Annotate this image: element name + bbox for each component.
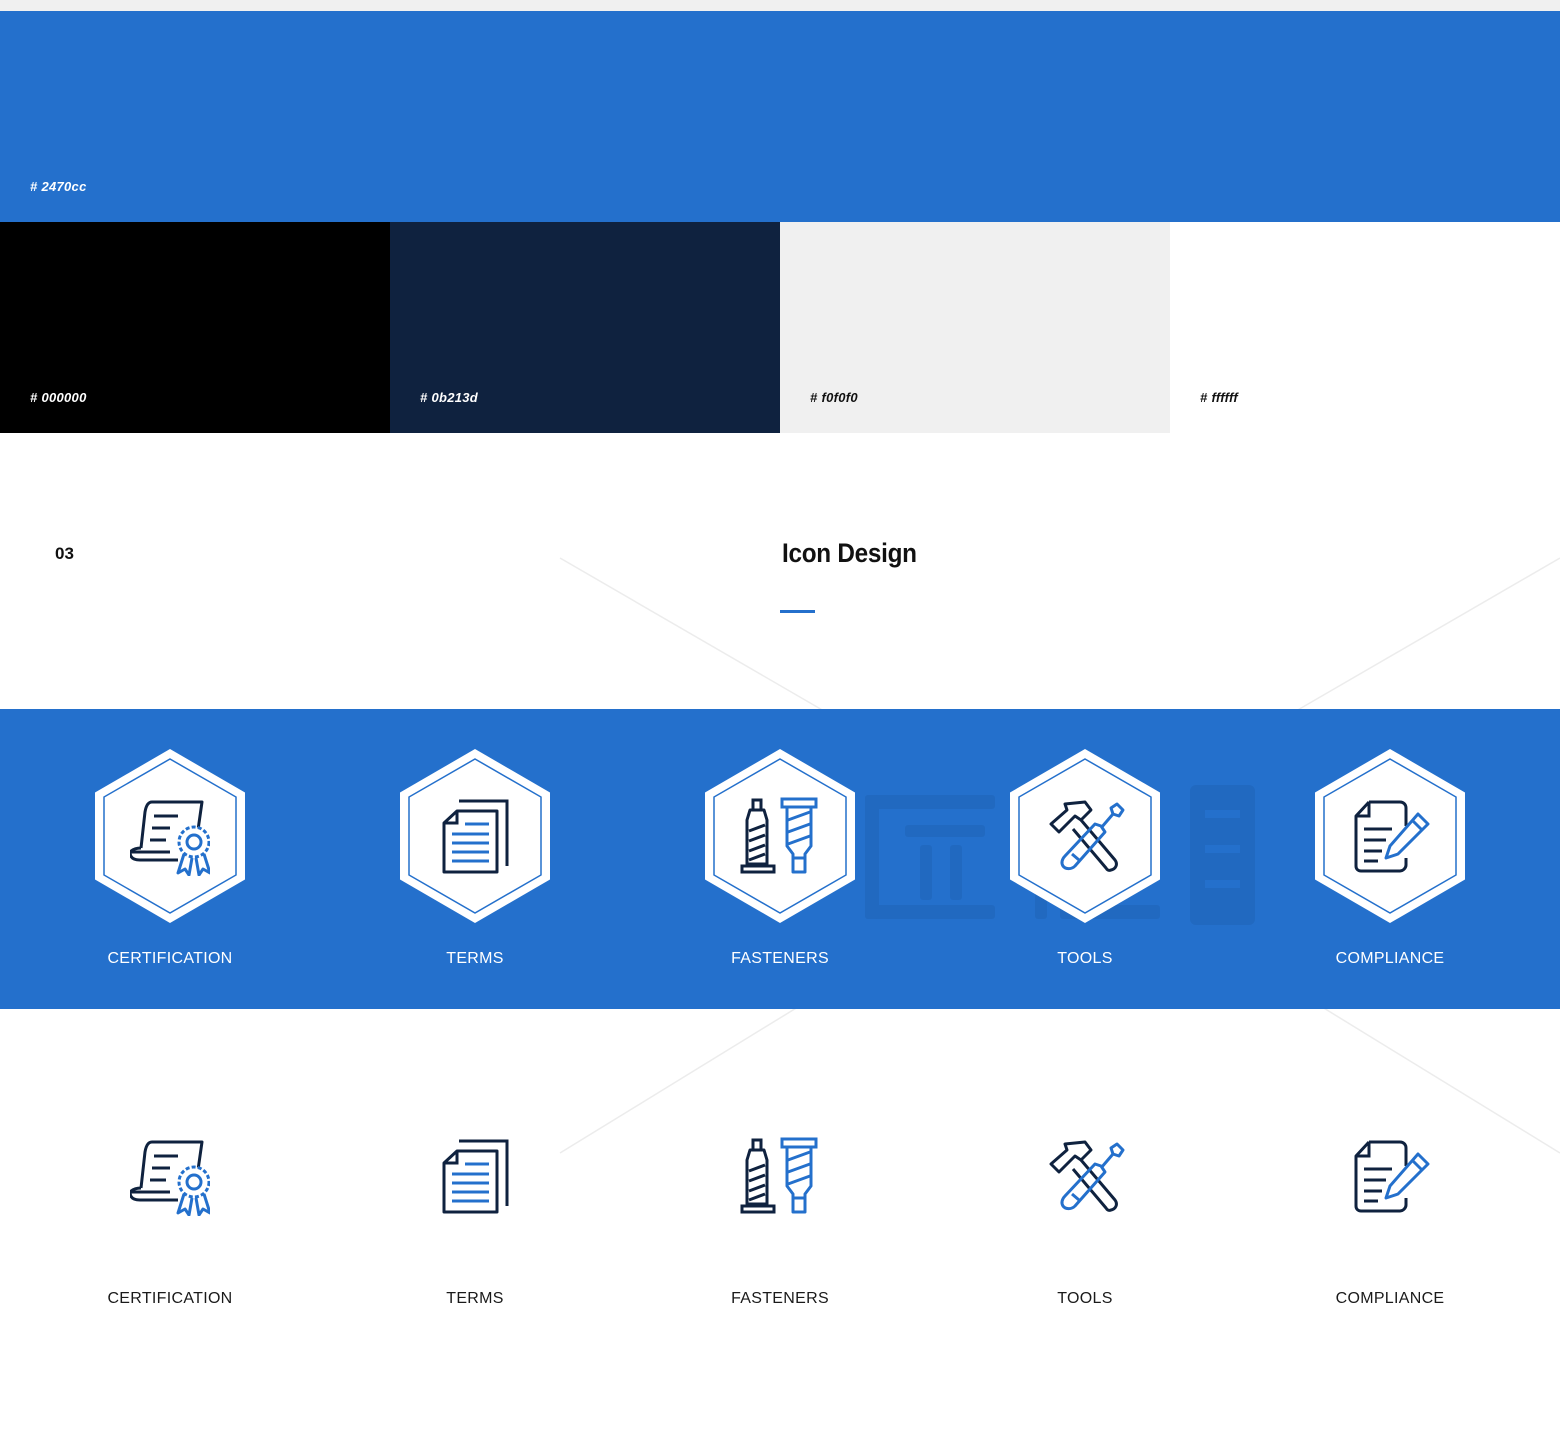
label-fasteners: FASTENERS xyxy=(731,1290,829,1307)
label-certification-band: CERTIFICATION xyxy=(107,950,233,967)
swatch-black: # 000000 xyxy=(0,222,390,433)
section-title-underline xyxy=(780,610,815,613)
swatch-primary-hex: # 2470cc xyxy=(30,179,87,194)
swatch-navy: # 0b213d xyxy=(390,222,780,433)
label-compliance: COMPLIANCE xyxy=(1335,1290,1445,1307)
certificate-icon xyxy=(130,1136,210,1216)
documents-icon xyxy=(435,796,515,876)
tile-compliance xyxy=(1315,749,1465,923)
label-tools: TOOLS xyxy=(1057,1290,1113,1307)
section-title: Icon Design xyxy=(782,538,917,568)
label-terms: TERMS xyxy=(446,1290,504,1307)
swatch-black-hex: # 000000 xyxy=(30,390,87,405)
tile-certification xyxy=(95,749,245,923)
tile-terms xyxy=(400,749,550,923)
certificate-icon xyxy=(130,796,210,876)
swatch-white: # ffffff xyxy=(1170,222,1560,433)
documents-icon xyxy=(435,1136,515,1216)
swatch-light-gray-hex: # f0f0f0 xyxy=(810,390,858,405)
swatch-white-hex: # ffffff xyxy=(1200,390,1239,405)
label-terms-band: TERMS xyxy=(446,950,504,967)
section-number: 03 xyxy=(55,544,74,563)
fasteners-icon xyxy=(740,1136,820,1216)
swatch-primary: # 2470cc xyxy=(0,11,1560,222)
label-fasteners-band: FASTENERS xyxy=(731,950,829,967)
label-tools-band: TOOLS xyxy=(1057,950,1113,967)
label-certification: CERTIFICATION xyxy=(107,1290,233,1307)
tile-fasteners xyxy=(705,749,855,923)
hammer-screwdriver-icon xyxy=(1045,796,1125,876)
document-pen-icon xyxy=(1350,1136,1430,1216)
label-compliance-band: COMPLIANCE xyxy=(1335,950,1445,967)
top-strip xyxy=(0,0,1560,11)
tile-tools xyxy=(1010,749,1160,923)
fasteners-icon xyxy=(740,796,820,876)
hammer-screwdriver-icon xyxy=(1045,1136,1125,1216)
swatch-navy-hex: # 0b213d xyxy=(420,390,479,405)
swatch-light-gray: # f0f0f0 xyxy=(780,222,1170,433)
document-pen-icon xyxy=(1350,796,1430,876)
